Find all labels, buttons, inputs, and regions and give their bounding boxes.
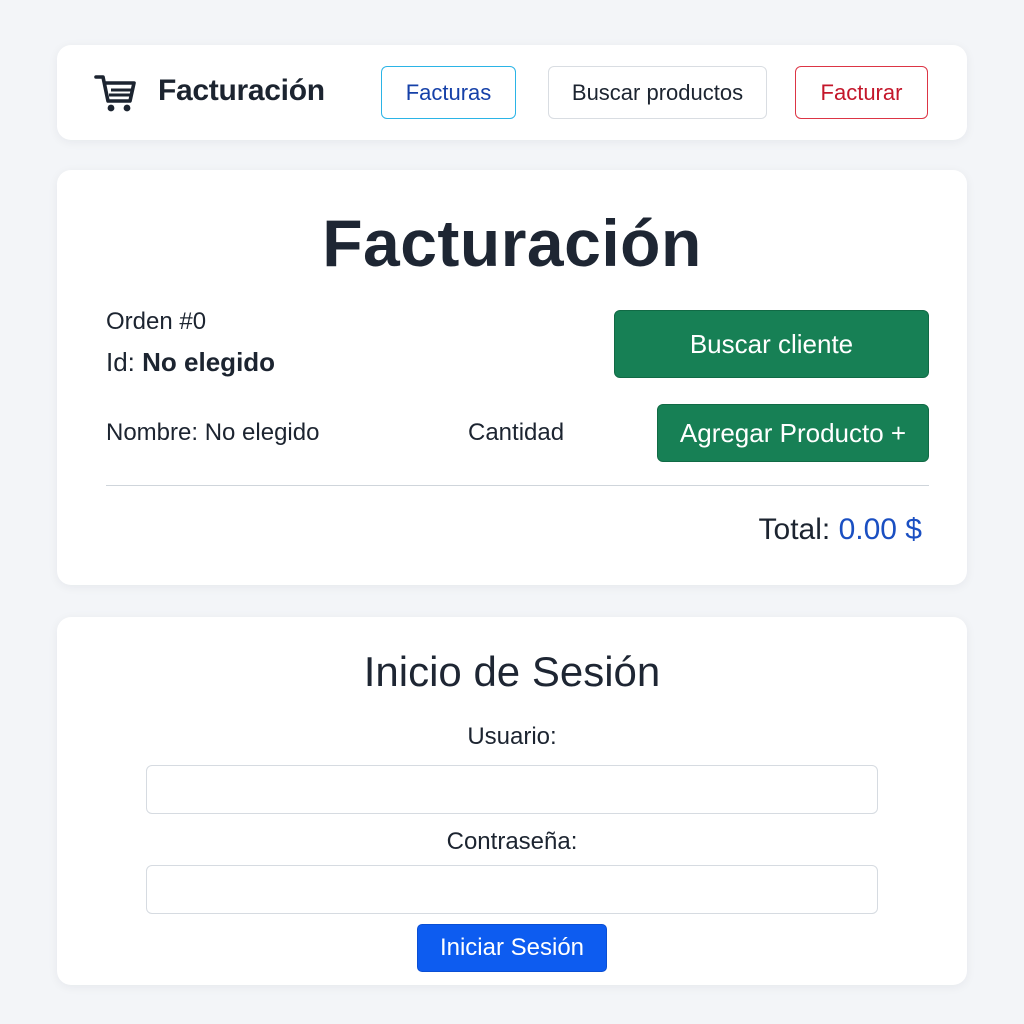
add-product-button[interactable]: Agregar Producto + xyxy=(657,404,929,462)
total-value: 0.00 $ xyxy=(838,513,922,546)
client-name: Nombre: No elegido xyxy=(106,419,320,446)
login-title: Inicio de Sesión xyxy=(363,648,661,695)
client-id: Id: No elegido xyxy=(106,347,275,378)
divider xyxy=(106,485,929,486)
nav-buscar-productos-button[interactable]: Buscar productos xyxy=(548,66,767,119)
quantity-label: Cantidad xyxy=(468,419,565,446)
search-client-button[interactable]: Buscar cliente xyxy=(614,310,929,378)
client-id-value: No elegido xyxy=(142,347,276,377)
order-number: Orden #0 xyxy=(106,308,207,335)
password-input[interactable] xyxy=(146,865,878,914)
nav-facturar-button[interactable]: Facturar xyxy=(795,66,928,119)
shopping-cart-icon xyxy=(94,75,136,112)
username-input[interactable] xyxy=(146,765,878,814)
login-submit-button[interactable]: Iniciar Sesión xyxy=(417,924,607,972)
password-label: Contraseña: xyxy=(446,828,578,855)
total-label: Total: xyxy=(758,513,831,546)
username-label: Usuario: xyxy=(467,723,557,750)
total: Total: 0.00 $ xyxy=(759,513,922,547)
billing-title: Facturación xyxy=(322,206,702,280)
nav-facturas-button[interactable]: Facturas xyxy=(381,66,516,119)
client-id-label: Id: xyxy=(106,347,135,377)
navbar-brand[interactable]: Facturación xyxy=(158,74,325,108)
